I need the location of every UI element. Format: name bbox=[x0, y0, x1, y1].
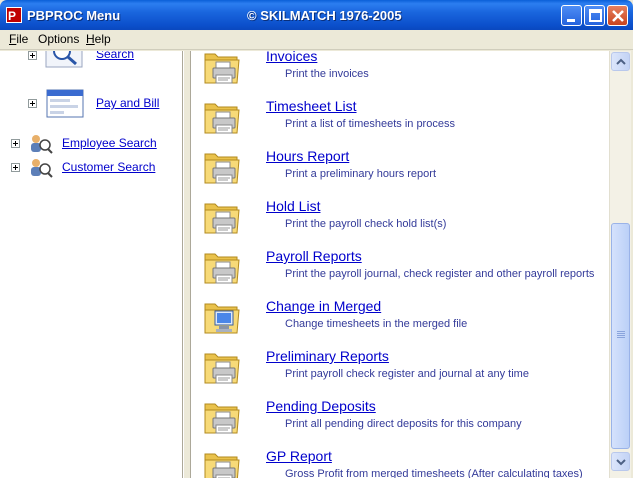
grip-line bbox=[617, 333, 625, 334]
report-description: Print the payroll check hold list(s) bbox=[285, 218, 447, 230]
maximize-button[interactable] bbox=[584, 5, 605, 26]
menu-file[interactable]: File bbox=[9, 32, 28, 46]
menu-options[interactable]: Options bbox=[38, 32, 79, 46]
folder-printer-icon bbox=[204, 153, 240, 184]
report-title[interactable]: Payroll Reports bbox=[266, 248, 362, 264]
grip-line bbox=[617, 337, 625, 338]
folder-printer-icon bbox=[204, 203, 240, 234]
people-search-icon bbox=[31, 135, 53, 154]
report-item[interactable]: Pending Deposits Print all pending direct… bbox=[191, 391, 609, 441]
report-title[interactable]: GP Report bbox=[266, 448, 332, 464]
scroll-up-button[interactable] bbox=[611, 52, 630, 71]
tree-item-search[interactable]: Search bbox=[96, 51, 134, 61]
grip-line bbox=[617, 331, 625, 332]
report-item[interactable]: Hours Report Print a preliminary hours re… bbox=[191, 141, 609, 191]
report-description: Print the payroll journal, check registe… bbox=[285, 268, 595, 280]
report-item[interactable]: Change in Merged Change timesheets in the… bbox=[191, 291, 609, 341]
report-item[interactable]: GP Report Gross Profit from merged timesh… bbox=[191, 441, 609, 478]
folder-computer-icon bbox=[204, 303, 240, 334]
tree-expander[interactable] bbox=[28, 99, 37, 108]
tree-item-customer-search[interactable]: Customer Search bbox=[62, 160, 155, 174]
pane-splitter[interactable] bbox=[183, 51, 191, 478]
report-item[interactable]: Timesheet List Print a list of timesheets… bbox=[191, 91, 609, 141]
menu-help[interactable]: Help bbox=[86, 32, 111, 46]
report-list: Invoices Print the invoices Timesheet List… bbox=[191, 51, 609, 478]
maximize-icon bbox=[589, 9, 602, 22]
tree-expander[interactable] bbox=[11, 163, 20, 172]
navigation-tree[interactable]: Search Pay and Bill Employee Search Cust… bbox=[0, 51, 183, 478]
report-title[interactable]: Hold List bbox=[266, 198, 320, 214]
report-description: Print a list of timesheets in process bbox=[285, 118, 455, 130]
report-description: Gross Profit from merged timesheets (Aft… bbox=[285, 468, 583, 478]
app-icon: P bbox=[6, 7, 22, 23]
report-description: Change timesheets in the merged file bbox=[285, 318, 468, 330]
grip-line bbox=[617, 335, 625, 336]
close-button[interactable] bbox=[607, 5, 628, 26]
folder-printer-icon bbox=[204, 403, 240, 434]
chevron-down-icon bbox=[616, 459, 626, 466]
scroll-down-button[interactable] bbox=[611, 452, 630, 471]
report-description: Print the invoices bbox=[285, 68, 369, 80]
tree-expander[interactable] bbox=[11, 139, 20, 148]
folder-printer-icon bbox=[204, 453, 240, 478]
report-item[interactable]: Payroll Reports Print the payroll journal… bbox=[191, 241, 609, 291]
report-title[interactable]: Invoices bbox=[266, 51, 317, 64]
report-title[interactable]: Preliminary Reports bbox=[266, 348, 389, 364]
vertical-scrollbar[interactable] bbox=[609, 51, 631, 478]
minimize-icon bbox=[567, 19, 575, 22]
close-icon bbox=[612, 10, 624, 22]
folder-printer-icon bbox=[204, 353, 240, 384]
report-item[interactable]: Invoices Print the invoices bbox=[191, 51, 609, 91]
tree-item-employee-search[interactable]: Employee Search bbox=[62, 136, 157, 150]
folder-printer-icon bbox=[204, 103, 240, 134]
report-title[interactable]: Hours Report bbox=[266, 148, 349, 164]
tree-expander[interactable] bbox=[28, 51, 37, 60]
folder-printer-icon bbox=[204, 53, 240, 84]
report-item[interactable]: Preliminary Reports Print payroll check r… bbox=[191, 341, 609, 391]
people-search-icon bbox=[31, 159, 53, 178]
magnifier-icon bbox=[45, 51, 83, 68]
chevron-up-icon bbox=[616, 58, 626, 65]
scroll-thumb[interactable] bbox=[611, 223, 630, 449]
title-bar[interactable]: P PBPROC Menu © SKILMATCH 1976-2005 bbox=[0, 0, 633, 30]
folder-printer-icon bbox=[204, 253, 240, 284]
window-title: PBPROC Menu bbox=[27, 8, 121, 23]
report-description: Print a preliminary hours report bbox=[285, 168, 437, 180]
report-description: Print all pending direct deposits for th… bbox=[285, 418, 522, 430]
tree-item-pay-and-bill[interactable]: Pay and Bill bbox=[96, 96, 159, 110]
report-title[interactable]: Timesheet List bbox=[266, 98, 357, 114]
minimize-button[interactable] bbox=[561, 5, 582, 26]
copyright-title: © SKILMATCH 1976-2005 bbox=[247, 8, 402, 23]
report-title[interactable]: Change in Merged bbox=[266, 298, 381, 314]
report-title[interactable]: Pending Deposits bbox=[266, 398, 376, 414]
svg-text:P: P bbox=[8, 9, 16, 23]
report-description: Print payroll check register and journal… bbox=[285, 368, 529, 380]
report-item[interactable]: Hold List Print the payroll check hold li… bbox=[191, 191, 609, 241]
window-form-icon bbox=[46, 89, 84, 118]
menu-bar: File Options Help bbox=[0, 30, 633, 50]
